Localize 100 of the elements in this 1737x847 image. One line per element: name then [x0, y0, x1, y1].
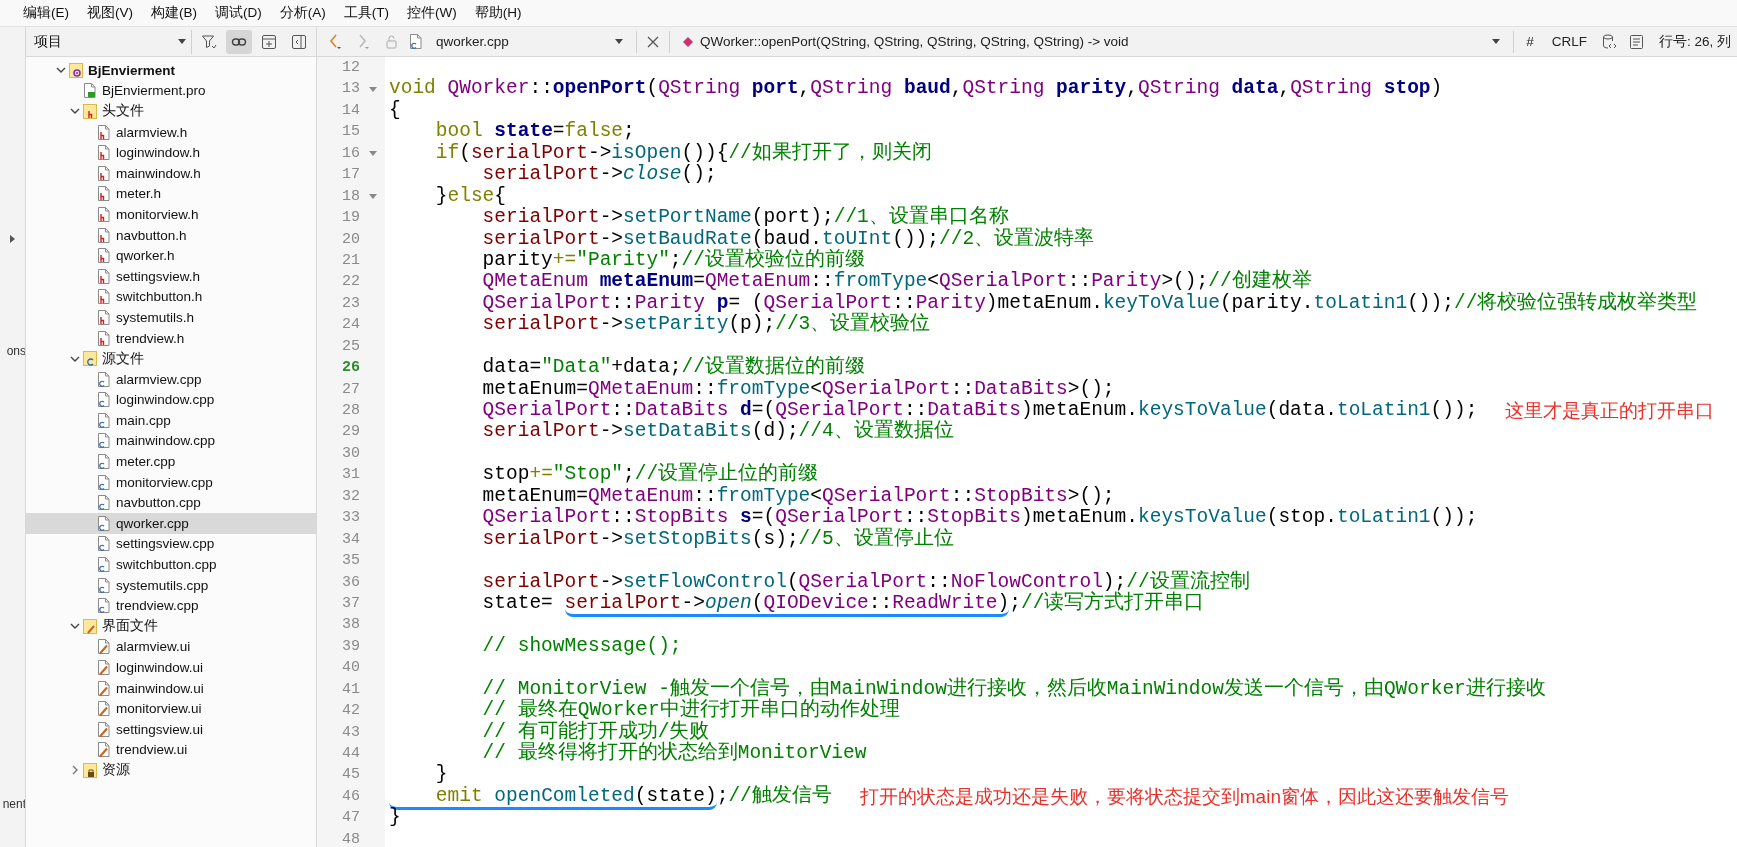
line-number: 38 — [341, 615, 360, 636]
code-line: // 最终得将打开的状态给到MonitorView — [481, 743, 867, 765]
fold-arrow-icon[interactable] — [367, 149, 378, 157]
code-line: stop+="Stop";//设置停止位的前缀 — [481, 464, 819, 486]
code-line: QSerialPort::DataBits d=(QSerialPort::DataBits)metaEnum.keysToValue(data.toLatin1()); — [481, 400, 1478, 421]
tree-item[interactable]: loginwindow.ui — [26, 657, 316, 678]
tree-item[interactable]: switchbutton.cpp — [26, 554, 316, 575]
line-number: 46 — [341, 786, 360, 807]
tree-item[interactable]: meter.h — [26, 183, 316, 205]
line-number: 24 — [341, 315, 360, 336]
code-line: QMetaEnum metaEnum=QMetaEnum::fromType<QSerialPort::Parity>();//创建枚举 — [481, 271, 1312, 293]
line-number: 14 — [341, 100, 360, 121]
tree-item[interactable]: mainwindow.cpp — [26, 430, 316, 452]
tree-item[interactable]: loginwindow.cpp — [26, 389, 316, 411]
tree-item[interactable]: mainwindow.ui — [26, 677, 316, 699]
tree-item[interactable]: BjEnvierment — [26, 60, 316, 81]
chevron-icon[interactable] — [56, 66, 66, 75]
tree-item[interactable]: BjEnvierment.pro — [26, 80, 316, 102]
line-number: 15 — [341, 122, 360, 143]
expand-arrow-icon[interactable] — [9, 233, 16, 243]
project-icon — [68, 61, 84, 79]
line-ending-button[interactable]: CRLF — [1545, 29, 1593, 54]
tree-item[interactable]: alarmview.cpp — [26, 368, 316, 390]
annotation-note: 这里才是真正的打开串口 — [1505, 400, 1715, 422]
file-selector[interactable]: qworker.cpp — [430, 29, 630, 54]
tree-item[interactable]: settingsview.ui — [26, 719, 316, 740]
caret-icon — [177, 38, 187, 45]
file-icon — [96, 123, 112, 141]
line-number: 13 — [341, 79, 360, 100]
code-line: serialPort->setPortName(port);//1、设置串口名称 — [481, 207, 1009, 229]
tree-item[interactable]: meter.cpp — [26, 451, 316, 472]
file-icon — [96, 535, 112, 553]
code-line: serialPort->setDataBits(d);//4、设置数据位 — [481, 421, 954, 443]
file-icon — [96, 247, 112, 265]
file-icon — [96, 391, 112, 409]
file-icon — [96, 411, 112, 429]
tree-item[interactable]: settingsview.h — [26, 265, 316, 287]
diamond-icon — [682, 35, 694, 48]
tree-item[interactable]: trendview.ui — [26, 739, 316, 761]
code-line: serialPort->setStopBits(s);//5、设置停止位 — [481, 528, 954, 551]
tree-item[interactable]: monitorview.cpp — [26, 471, 316, 493]
chevron-icon[interactable] — [70, 354, 80, 363]
caret-icon — [614, 38, 624, 45]
fold-arrow-icon[interactable] — [367, 192, 378, 200]
menu-item[interactable]: 分析(A) — [270, 4, 335, 22]
tree-item[interactable]: 资源 — [26, 760, 316, 781]
tree-item[interactable]: 源文件 — [26, 348, 316, 369]
tree-item[interactable]: trendview.cpp — [26, 595, 316, 617]
code-line: QSerialPort::Parity p= (QSerialPort::Parity)metaEnum.keyToValue(parity.toLatin1());//将校验位强转成枚举类型 — [481, 292, 1698, 314]
chevron-icon[interactable] — [70, 107, 80, 116]
line-number: 37 — [341, 593, 360, 614]
tree-item[interactable]: systemutils.cpp — [26, 574, 316, 596]
menu-item[interactable]: 视图(V) — [78, 4, 142, 22]
file-icon — [96, 597, 112, 615]
menu-item[interactable]: 控件(W) — [398, 4, 466, 22]
file-icon — [96, 514, 112, 532]
menu-item[interactable]: 编辑(E) — [14, 4, 78, 22]
tree-item[interactable]: navbutton.h — [26, 224, 316, 246]
tree-item[interactable]: navbutton.cpp — [26, 492, 316, 514]
code-line: void QWorker::openPort(QString port,QString baud,QString parity,QString data,QString stop) — [389, 78, 1443, 100]
tree-item[interactable]: monitorview.ui — [26, 698, 316, 719]
line-number: 48 — [341, 829, 360, 847]
file-icon — [96, 576, 112, 594]
tree-item[interactable]: 界面文件 — [26, 616, 316, 637]
code-line: data="Data"+data;//设置数据位的前缀 — [481, 357, 865, 379]
fold-arrow-icon[interactable] — [367, 85, 378, 93]
code-line: if(serialPort->isOpen()){//如果打开了，则关闭 — [434, 142, 932, 164]
chevron-icon[interactable] — [71, 765, 79, 776]
link-icon[interactable] — [226, 29, 252, 54]
code-line: } — [389, 807, 401, 829]
line-number: 26 — [341, 358, 360, 379]
symbol-selector[interactable]: QWorker::openPort(QString, QString, QString, QString, QString) -> void — [676, 29, 1508, 54]
menu-item[interactable]: 调试(D) — [206, 4, 271, 22]
tree-item[interactable]: monitorview.h — [26, 204, 316, 225]
chevron-icon[interactable] — [70, 622, 80, 631]
menu-item[interactable]: 帮助(H) — [465, 4, 531, 22]
tree-item[interactable]: qworker.cpp — [26, 513, 316, 534]
pane-label: nent — [1, 797, 25, 811]
line-number: 35 — [341, 551, 360, 572]
tree-item[interactable]: switchbutton.h — [26, 286, 316, 308]
tree-item[interactable]: mainwindow.h — [26, 162, 316, 184]
tree-item[interactable]: main.cpp — [26, 410, 316, 431]
file-icon — [96, 659, 112, 676]
tree-item[interactable]: settingsview.cpp — [26, 533, 316, 555]
file-icon — [96, 329, 112, 347]
tree-item[interactable]: systemutils.h — [26, 307, 316, 328]
line-number: 19 — [341, 208, 360, 229]
tree-item[interactable]: loginwindow.h — [26, 142, 316, 163]
tree-item[interactable]: alarmview.h — [26, 121, 316, 143]
code-line: } — [434, 764, 448, 786]
file-icon — [96, 741, 112, 759]
file-icon — [96, 205, 112, 223]
indentation-button[interactable]: # — [1520, 29, 1540, 54]
tree-item[interactable]: alarmview.ui — [26, 636, 316, 658]
menu-item[interactable]: 工具(T) — [334, 4, 398, 22]
tree-item[interactable]: 头文件 — [26, 101, 316, 122]
tree-item[interactable]: trendview.h — [26, 327, 316, 349]
line-number: 41 — [341, 679, 360, 700]
tree-item[interactable]: qworker.h — [26, 245, 316, 266]
menu-item[interactable]: 构建(B) — [142, 4, 206, 22]
